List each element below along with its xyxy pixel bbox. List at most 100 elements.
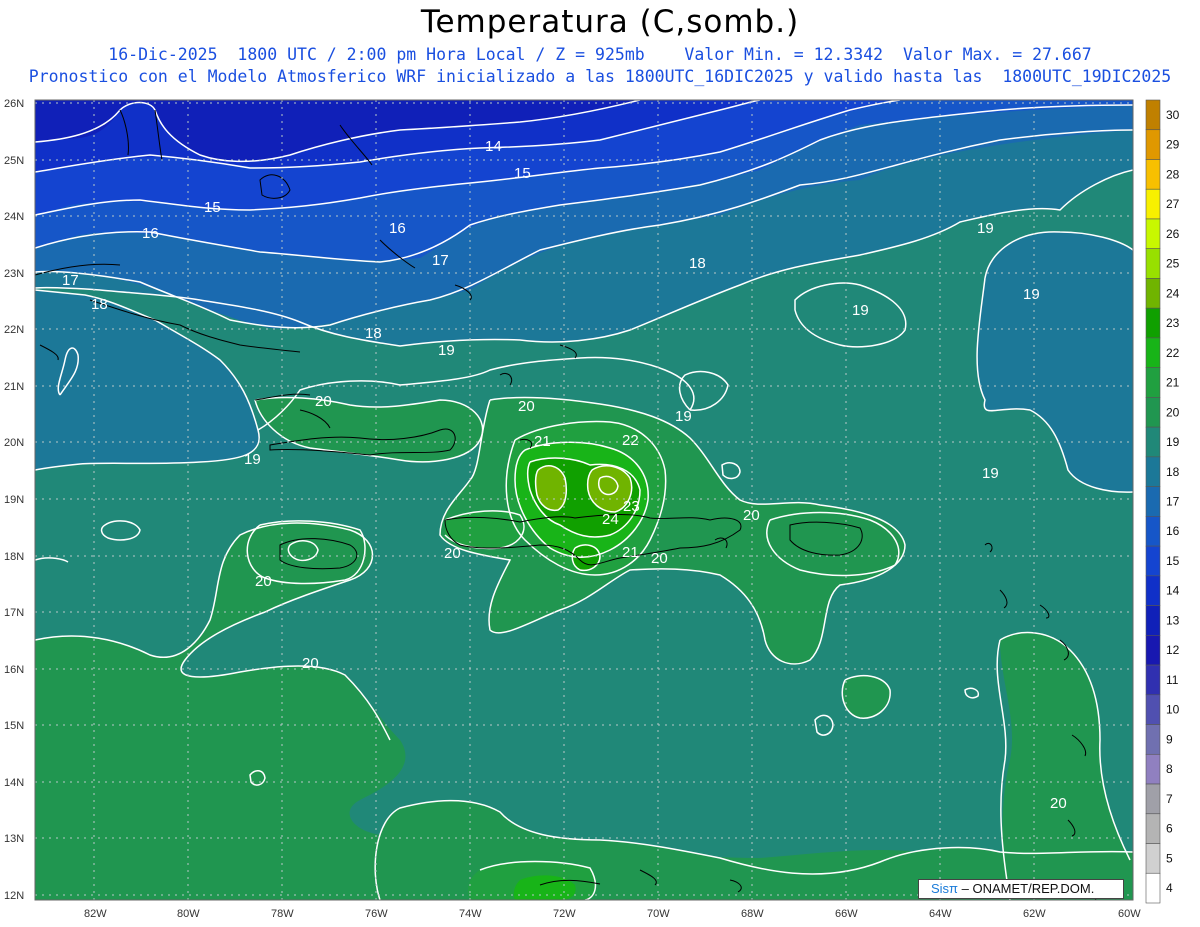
contour-label: 17 (62, 272, 79, 289)
colorbar-label: 13 (1166, 613, 1180, 627)
contour-label: 19 (675, 408, 692, 425)
lon-label: 62W (1023, 908, 1046, 920)
lat-label: 23N (4, 268, 24, 280)
colorbar-swatch (1145, 635, 1161, 666)
contour-label: 21 (534, 433, 551, 450)
lon-label: 66W (835, 908, 858, 920)
contour-label: 19 (244, 451, 261, 468)
colorbar-label: 30 (1166, 108, 1180, 122)
colorbar-swatch (1145, 218, 1161, 250)
lat-label: 24N (4, 211, 24, 223)
contour-label: 15 (514, 165, 531, 182)
contour-label: 20 (518, 398, 535, 415)
contour-label: 16 (389, 220, 406, 237)
contour-label: 18 (365, 325, 382, 342)
colorbar-swatch (1145, 605, 1161, 636)
colorbar-swatch (1145, 516, 1161, 547)
colorbar-swatch (1145, 783, 1161, 815)
contour-label: 24 (602, 511, 619, 528)
colorbar-label: 26 (1166, 227, 1180, 241)
lon-label: 68W (741, 908, 764, 920)
colorbar-swatch (1145, 397, 1161, 428)
contour-label: 22 (622, 432, 639, 449)
lat-label: 17N (4, 607, 24, 619)
lat-label: 26N (4, 98, 24, 110)
contour-label: 19 (1023, 286, 1040, 303)
latitude-labels: 26N 25N 24N 23N 22N 21N 20N 19N 18N 17N … (4, 98, 24, 902)
colorbar-swatch (1145, 188, 1161, 220)
colorbar-swatch (1145, 456, 1161, 487)
colorbar-swatch (1145, 307, 1161, 339)
credit-box: Sisπ – ONAMET/REP.DOM. (918, 879, 1124, 899)
colorbar-label: 10 (1166, 703, 1180, 717)
colorbar-swatch (1145, 843, 1161, 874)
colorbar-label: 7 (1166, 792, 1173, 806)
lon-label: 76W (365, 908, 388, 920)
colorbar-label: 12 (1166, 643, 1180, 657)
contour-label: 20 (1050, 795, 1067, 812)
colorbar-swatch (1145, 694, 1161, 725)
colorbar-label: 28 (1166, 167, 1180, 181)
lon-label: 70W (647, 908, 670, 920)
lat-label: 15N (4, 720, 24, 732)
contour-label: 23 (623, 498, 640, 515)
colorbar-swatch (1145, 664, 1161, 696)
lon-label: 72W (553, 908, 576, 920)
colorbar-label: 9 (1166, 732, 1173, 746)
colorbar-swatch (1145, 486, 1161, 517)
colorbar-label: 19 (1166, 435, 1180, 449)
colorbar-label: 29 (1166, 138, 1180, 152)
colorbar-label: 24 (1166, 286, 1180, 300)
colorbar-label: 5 (1166, 851, 1173, 865)
colorbar-swatch (1145, 337, 1161, 368)
colorbar-label: 22 (1166, 346, 1180, 360)
colorbar-swatch (1145, 248, 1161, 279)
colorbar-label: 25 (1166, 257, 1180, 271)
colorbar-swatch (1145, 872, 1161, 904)
colorbar-label: 11 (1166, 673, 1179, 687)
colorbar-label: 21 (1166, 376, 1180, 390)
colorbar-legend: 30 29 28 27 26 25 24 23 22 21 20 19 18 17 16 15 14 13 12 11… (1145, 99, 1180, 904)
contour-label: 14 (485, 138, 502, 155)
lat-label: 19N (4, 494, 24, 506)
contour-label: 19 (438, 342, 455, 359)
colorbar-label: 18 (1166, 465, 1180, 479)
colorbar-swatch (1145, 545, 1161, 577)
contour-label: 19 (977, 220, 994, 237)
colorbar-swatch (1145, 278, 1161, 309)
contour-label: 20 (255, 573, 272, 590)
lat-label: 13N (4, 833, 24, 845)
colorbar-swatch (1145, 99, 1161, 131)
colorbar-swatch (1145, 813, 1161, 844)
lat-label: 20N (4, 437, 24, 449)
lat-label: 12N (4, 890, 24, 902)
colorbar-label: 17 (1166, 495, 1180, 509)
colorbar-swatch (1145, 367, 1161, 398)
temperature-map: 14 15 15 16 16 17 17 18 18 18 19 19 19 1… (4, 98, 1180, 920)
contour-label: 21 (622, 544, 639, 561)
colorbar-swatch (1145, 575, 1161, 606)
contour-label: 20 (315, 393, 332, 410)
lat-label: 14N (4, 777, 24, 789)
colorbar-label: 23 (1166, 316, 1180, 330)
colorbar-label: 6 (1166, 822, 1173, 836)
credit-text: – ONAMET/REP.DOM. (961, 881, 1095, 896)
contour-label: 18 (91, 296, 108, 313)
colorbar-swatch (1145, 426, 1161, 458)
contour-label: 20 (302, 655, 319, 672)
lat-label: 25N (4, 155, 24, 167)
contour-label: 17 (432, 252, 449, 269)
colorbar-swatch (1145, 753, 1161, 785)
colorbar-label: 27 (1166, 197, 1180, 211)
contour-label: 16 (142, 225, 159, 242)
lon-label: 82W (84, 908, 107, 920)
colorbar-swatch (1145, 129, 1161, 160)
lat-label: 21N (4, 381, 24, 393)
contour-label: 15 (204, 199, 221, 216)
lat-label: 16N (4, 664, 24, 676)
contour-label: 19 (852, 302, 869, 319)
colorbar-label: 14 (1166, 584, 1180, 598)
colorbar-swatch (1145, 724, 1161, 755)
longitude-labels: 82W 80W 78W 76W 74W 72W 70W 68W 66W 64W … (84, 908, 1141, 920)
lon-label: 60W (1118, 908, 1141, 920)
